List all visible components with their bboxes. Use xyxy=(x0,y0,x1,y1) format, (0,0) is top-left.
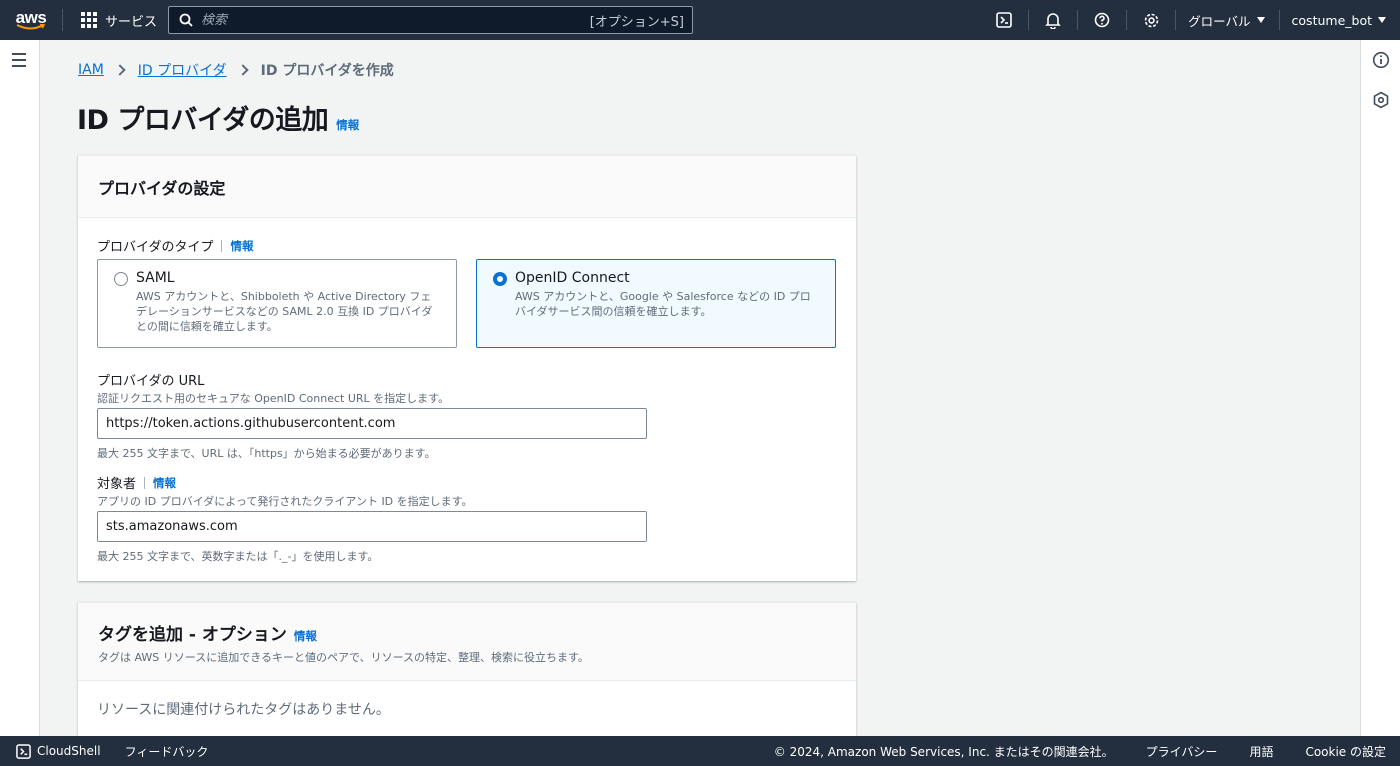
provider-type-label: プロバイダのタイプ xyxy=(97,240,214,255)
caret-down-icon xyxy=(1256,17,1265,23)
notifications-bell-icon[interactable] xyxy=(1029,0,1077,40)
cookie-preferences-link[interactable]: Cookie の設定 xyxy=(1305,743,1386,760)
provider-type-saml-tile[interactable]: SAML AWS アカウントと、Shibboleth や Active Dire… xyxy=(97,259,457,348)
aws-smile-icon xyxy=(16,23,46,29)
audience-input[interactable] xyxy=(97,511,647,542)
provider-url-hint: 最大 255 文字まで、URL は、「https」から始まる必要があります。 xyxy=(97,447,436,460)
services-label: サービス xyxy=(105,14,158,30)
tags-panel-header: タグを追加 - オプション 情報 タグは AWS リソースに追加できるキーと値の… xyxy=(78,603,856,681)
audience-info-link[interactable]: 情報 xyxy=(153,475,176,491)
account-label: costume_bot xyxy=(1291,12,1372,28)
copyright-text: © 2024, Amazon Web Services, Inc. またはその関… xyxy=(773,744,1114,759)
privacy-link[interactable]: プライバシー xyxy=(1146,743,1218,760)
search-input[interactable] xyxy=(201,12,590,28)
panel-heading: プロバイダの設定 xyxy=(98,178,226,198)
tags-panel: タグを追加 - オプション 情報 タグは AWS リソースに追加できるキーと値の… xyxy=(78,602,856,736)
audience-description: アプリの ID プロバイダによって発行されたクライアント ID を指定します。 xyxy=(97,495,473,508)
page-title: ID プロバイダの追加 xyxy=(77,105,329,136)
search-bar[interactable]: [オプション+S] xyxy=(168,6,693,34)
chevron-right-icon xyxy=(236,64,249,76)
provider-settings-panel: プロバイダの設定 プロバイダのタイプ 情報 SAML AWS アカウントと、Sh… xyxy=(78,155,856,581)
tags-description: タグは AWS リソースに追加できるキーと値のペアで、リソースの特定、整理、検索… xyxy=(98,651,589,664)
provider-url-input[interactable] xyxy=(97,408,647,439)
saml-description: AWS アカウントと、Shibboleth や Active Directory… xyxy=(136,290,433,333)
saml-title: SAML xyxy=(136,270,175,286)
right-tools-rail xyxy=(1360,40,1400,736)
region-label: グローバル xyxy=(1188,13,1251,29)
chevron-right-icon xyxy=(114,64,126,76)
help-icon[interactable] xyxy=(1078,0,1126,40)
settings-gear-icon[interactable] xyxy=(1127,0,1175,40)
oidc-radio[interactable] xyxy=(493,272,507,286)
aws-logo[interactable]: aws xyxy=(0,0,62,40)
page-info-link[interactable]: 情報 xyxy=(336,117,359,133)
search-shortcut-hint: [オプション+S] xyxy=(589,14,684,30)
provider-type-info-link[interactable]: 情報 xyxy=(230,238,253,254)
provider-type-oidc-tile[interactable]: OpenID Connect AWS アカウントと、Google や Sales… xyxy=(476,259,836,348)
breadcrumb-link-id-providers[interactable]: ID プロバイダ xyxy=(138,60,227,80)
oidc-title: OpenID Connect xyxy=(515,270,630,286)
cloudshell-button[interactable]: CloudShell xyxy=(16,743,101,759)
tags-empty-message: リソースに関連付けられたタグはありません。 xyxy=(97,702,390,718)
footer: CloudShell フィードバック © 2024, Amazon Web Se… xyxy=(0,736,1400,766)
tags-heading: タグを追加 - オプション xyxy=(98,625,287,645)
aws-logo-text: aws xyxy=(15,7,47,27)
feedback-label: フィードバック xyxy=(124,744,209,759)
audience-label-row: 対象者 情報 xyxy=(97,473,176,493)
label-divider xyxy=(144,476,146,489)
grid-icon xyxy=(81,12,97,28)
cloudshell-icon xyxy=(16,743,31,759)
security-hexagon-icon[interactable] xyxy=(1372,91,1390,109)
provider-url-description: 認証リクエスト用のセキュアな OpenID Connect URL を指定します… xyxy=(97,392,450,405)
label-divider xyxy=(221,239,223,252)
audience-label: 対象者 xyxy=(97,477,137,492)
cloudshell-label: CloudShell xyxy=(37,744,101,758)
breadcrumb: IAM ID プロバイダ ID プロバイダを作成 xyxy=(78,60,394,80)
account-menu[interactable]: costume_bot xyxy=(1280,0,1400,40)
services-menu-button[interactable]: サービス xyxy=(63,0,169,40)
provider-type-label-row: プロバイダのタイプ 情報 xyxy=(97,236,253,256)
cloudshell-icon[interactable] xyxy=(980,0,1028,40)
caret-down-icon xyxy=(1378,17,1386,23)
top-navigation: aws サービス [オプション+S] グローバル xyxy=(0,0,1400,40)
region-selector[interactable]: グローバル xyxy=(1176,0,1278,40)
oidc-description: AWS アカウントと、Google や Salesforce などの ID プロ… xyxy=(515,290,811,318)
terms-link[interactable]: 用語 xyxy=(1249,743,1273,760)
provider-url-label: プロバイダの URL xyxy=(97,374,205,389)
hamburger-menu-icon[interactable] xyxy=(12,53,26,71)
breadcrumb-current: ID プロバイダを作成 xyxy=(260,63,394,79)
info-circle-icon[interactable] xyxy=(1372,51,1390,69)
page-header: ID プロバイダの追加 情報 xyxy=(77,98,359,137)
left-navigation-rail xyxy=(0,40,40,736)
feedback-link[interactable]: フィードバック xyxy=(125,743,209,760)
breadcrumb-link-iam[interactable]: IAM xyxy=(78,62,104,78)
search-icon xyxy=(179,13,193,27)
audience-hint: 最大 255 文字まで、英数字または「._-」を使用します。 xyxy=(97,550,379,563)
panel-header: プロバイダの設定 xyxy=(78,156,856,218)
tags-info-link[interactable]: 情報 xyxy=(294,628,317,644)
saml-radio[interactable] xyxy=(114,272,128,286)
